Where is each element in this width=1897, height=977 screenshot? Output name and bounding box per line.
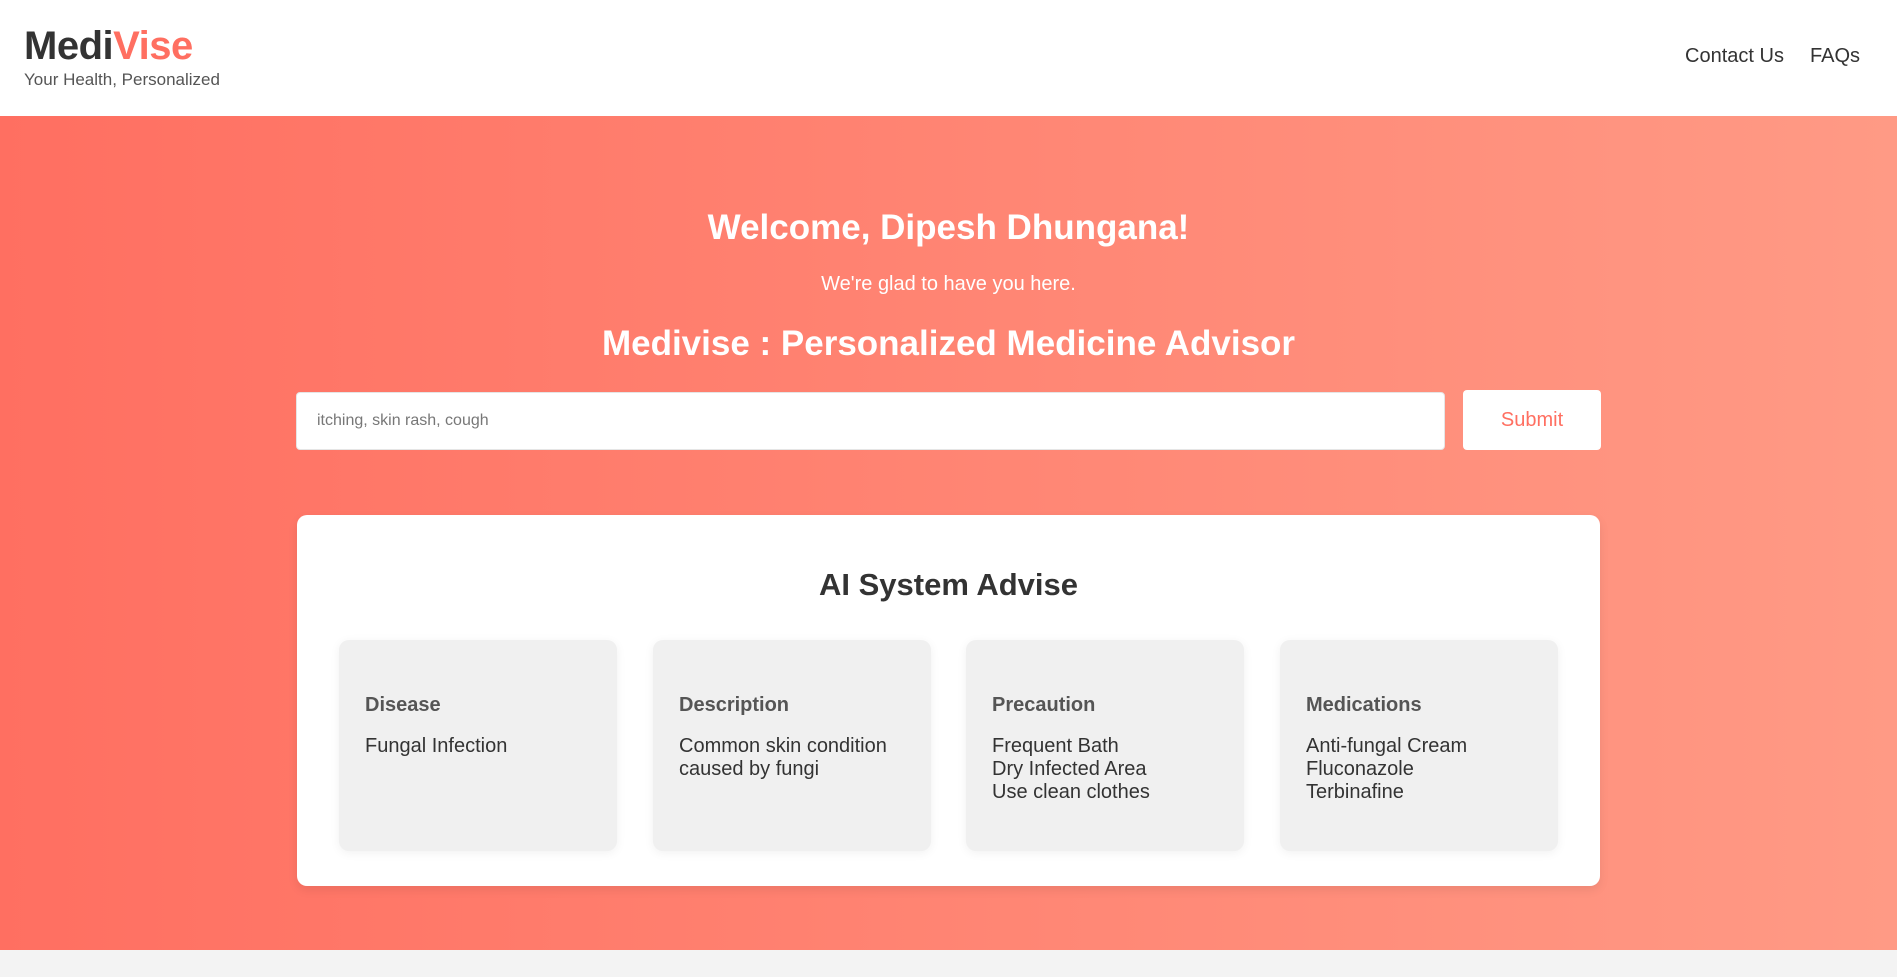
- advise-title: AI System Advise: [818, 567, 1079, 602]
- main-nav: Contact Us FAQs: [1685, 45, 1860, 68]
- nav-faqs-link[interactable]: FAQs: [1810, 45, 1860, 68]
- description-line: Common skin condition: [679, 735, 887, 757]
- ai-advise-panel: AI System Advise Disease Fungal Infectio…: [297, 515, 1600, 886]
- medications-card: Medications Anti-fungal Cream Fluconazol…: [1280, 640, 1558, 851]
- medications-card-body: Anti-fungal Cream Fluconazole Terbinafin…: [1306, 735, 1532, 804]
- disease-card-body: Fungal Infection: [365, 735, 591, 758]
- site-header: MediVise Your Health, Personalized Conta…: [0, 0, 1897, 116]
- precaution-line: Frequent Bath: [992, 735, 1119, 757]
- brand-name-part2: Vise: [113, 24, 193, 68]
- brand[interactable]: MediVise Your Health, Personalized: [24, 22, 220, 90]
- brand-tagline: Your Health, Personalized: [24, 70, 220, 89]
- description-line: caused by fungi: [679, 758, 820, 780]
- welcome-heading: Welcome, Dipesh Dhungana!: [707, 208, 1190, 247]
- precaution-line: Dry Infected Area: [992, 758, 1147, 780]
- precaution-line: Use clean clothes: [992, 781, 1150, 803]
- medication-line: Terbinafine: [1306, 781, 1404, 803]
- hero-section: Welcome, Dipesh Dhungana! We're glad to …: [0, 116, 1897, 950]
- app-title: Medivise : Personalized Medicine Advisor: [601, 324, 1296, 363]
- page-footer-strip: [0, 950, 1897, 977]
- precaution-card-title: Precaution: [992, 694, 1096, 716]
- brand-logo[interactable]: MediVise: [24, 22, 220, 70]
- welcome-subtitle: We're glad to have you here.: [821, 273, 1076, 295]
- disease-line: Fungal Infection: [365, 735, 508, 757]
- medications-card-title: Medications: [1306, 694, 1422, 716]
- description-card-title: Description: [679, 694, 790, 716]
- precaution-card-body: Frequent Bath Dry Infected Area Use clea…: [992, 735, 1218, 804]
- symptoms-input[interactable]: [296, 392, 1445, 450]
- medication-line: Anti-fungal Cream: [1306, 735, 1468, 757]
- description-card: Description Common skin condition caused…: [653, 640, 931, 851]
- precaution-card: Precaution Frequent Bath Dry Infected Ar…: [966, 640, 1244, 851]
- brand-name-part1: Medi: [24, 24, 114, 68]
- disease-card: Disease Fungal Infection: [339, 640, 617, 851]
- nav-contact-us-link[interactable]: Contact Us: [1685, 45, 1784, 68]
- disease-card-title: Disease: [365, 694, 441, 716]
- submit-button[interactable]: Submit: [1463, 390, 1601, 450]
- description-card-body: Common skin condition caused by fungi: [679, 735, 905, 781]
- medication-line: Fluconazole: [1306, 758, 1414, 780]
